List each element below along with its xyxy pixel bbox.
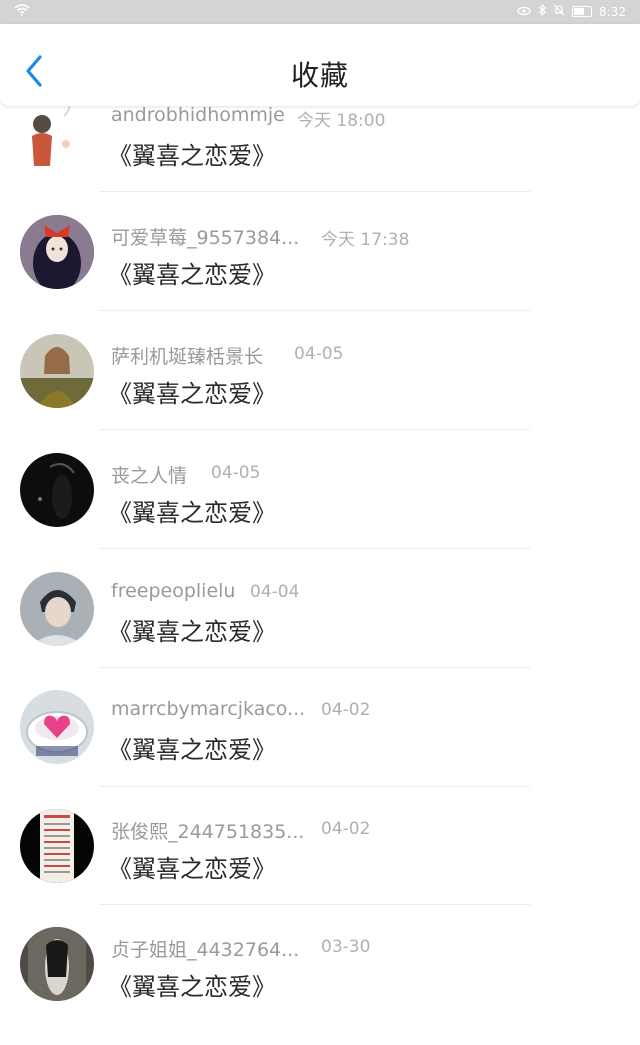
divider bbox=[100, 667, 530, 668]
avatar[interactable] bbox=[20, 334, 94, 408]
timestamp: 04-05 bbox=[294, 344, 344, 364]
timestamp: 04-02 bbox=[321, 700, 371, 720]
list-item[interactable]: androbhidhommje 今天 18:00 《翼喜之恋爱》 bbox=[0, 96, 640, 214]
user-name: 可爱草莓_9557384... bbox=[111, 227, 300, 249]
book-title: 《翼喜之恋爱》 bbox=[108, 736, 276, 764]
user-name: androbhidhommje bbox=[111, 104, 285, 126]
divider bbox=[100, 904, 530, 905]
timestamp: 今天 18:00 bbox=[297, 111, 386, 131]
book-title: 《翼喜之恋爱》 bbox=[108, 855, 276, 883]
favorites-list: androbhidhommje 今天 18:00 《翼喜之恋爱》 可爱草莓_95… bbox=[0, 0, 640, 1024]
divider bbox=[100, 548, 530, 549]
user-name: freepeoplielu bbox=[111, 580, 236, 602]
list-item[interactable]: 丧之人情 04-05 《翼喜之恋爱》 bbox=[0, 453, 640, 571]
book-title: 《翼喜之恋爱》 bbox=[108, 380, 276, 408]
divider bbox=[100, 429, 530, 430]
user-name: 贞子姐姐_4432764... bbox=[111, 939, 300, 961]
nav-bar: 收藏 bbox=[0, 24, 640, 106]
divider bbox=[100, 786, 530, 787]
avatar[interactable] bbox=[20, 809, 94, 883]
list-item[interactable]: 萨利机埏臻栝景长 04-05 《翼喜之恋爱》 bbox=[0, 334, 640, 452]
timestamp: 04-05 bbox=[211, 463, 261, 483]
timestamp: 04-02 bbox=[321, 819, 371, 839]
timestamp: 04-04 bbox=[250, 582, 300, 602]
divider bbox=[100, 191, 530, 192]
page-title: 收藏 bbox=[290, 59, 349, 92]
user-name: 丧之人情 bbox=[111, 465, 188, 487]
list-item[interactable]: marrcbymarcjkaco... 04-02 《翼喜之恋爱》 bbox=[0, 690, 640, 808]
book-title: 《翼喜之恋爱》 bbox=[108, 973, 276, 1001]
user-name: 张俊熙_244751835... bbox=[111, 821, 305, 843]
book-title: 《翼喜之恋爱》 bbox=[108, 499, 276, 527]
avatar[interactable] bbox=[20, 215, 94, 289]
avatar[interactable] bbox=[20, 572, 94, 646]
book-title: 《翼喜之恋爱》 bbox=[108, 261, 276, 289]
user-name: 萨利机埏臻栝景长 bbox=[111, 346, 264, 368]
avatar[interactable] bbox=[20, 690, 94, 764]
list-item[interactable]: 贞子姐姐_4432764... 03-30 《翼喜之恋爱》 bbox=[0, 927, 640, 1045]
avatar[interactable] bbox=[20, 453, 94, 527]
divider bbox=[100, 310, 530, 311]
book-title: 《翼喜之恋爱》 bbox=[108, 142, 276, 170]
list-item[interactable]: 可爱草莓_9557384... 今天 17:38 《翼喜之恋爱》 bbox=[0, 215, 640, 333]
avatar[interactable] bbox=[20, 96, 94, 170]
list-item[interactable]: freepeoplielu 04-04 《翼喜之恋爱》 bbox=[0, 572, 640, 690]
avatar[interactable] bbox=[20, 927, 94, 1001]
timestamp: 03-30 bbox=[321, 937, 371, 957]
user-name: marrcbymarcjkaco... bbox=[111, 698, 306, 720]
book-title: 《翼喜之恋爱》 bbox=[108, 618, 276, 646]
list-item[interactable]: 张俊熙_244751835... 04-02 《翼喜之恋爱》 bbox=[0, 809, 640, 927]
timestamp: 今天 17:38 bbox=[321, 230, 410, 250]
